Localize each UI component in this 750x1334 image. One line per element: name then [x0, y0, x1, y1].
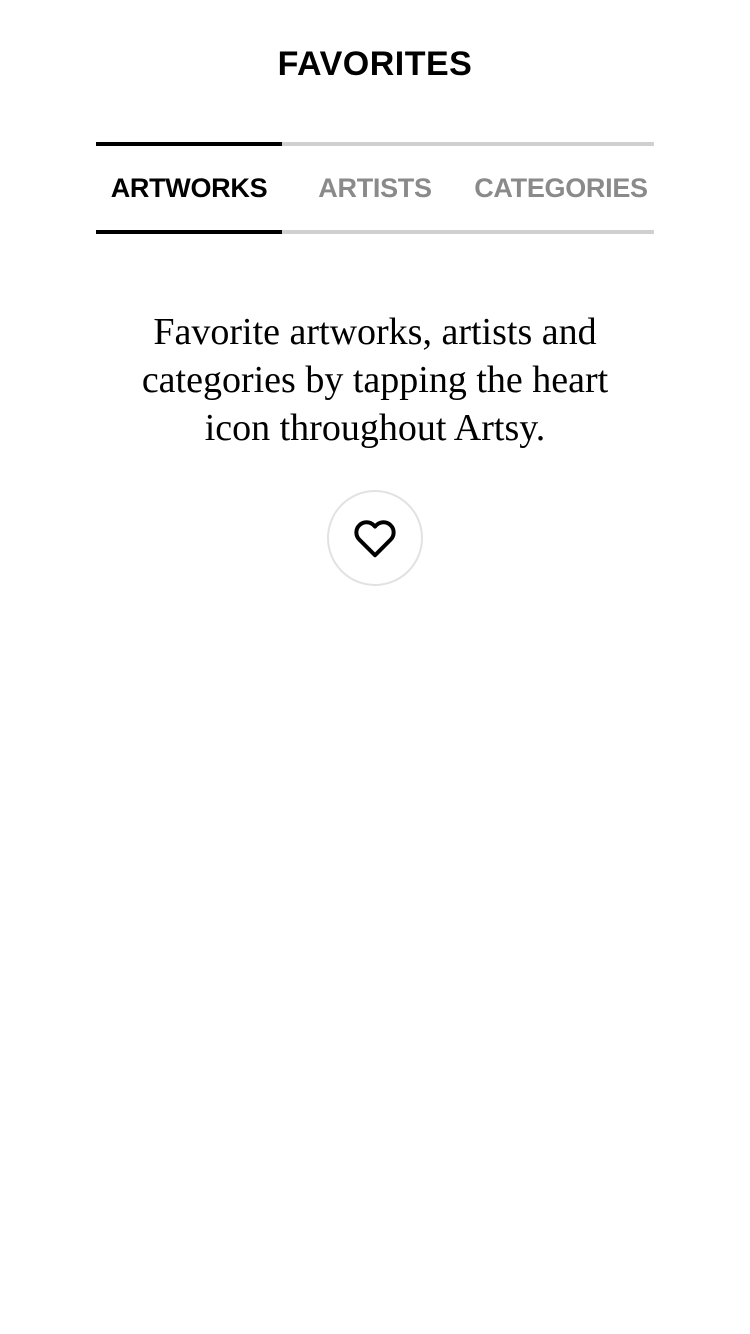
heart-icon [353, 518, 397, 558]
tab-artists[interactable]: ARTISTS [282, 142, 468, 234]
heart-button[interactable] [327, 490, 423, 586]
tab-categories[interactable]: CATEGORIES [468, 142, 654, 234]
tab-artworks[interactable]: ARTWORKS [96, 142, 282, 234]
empty-state-message: Favorite artworks, artists and categorie… [141, 311, 609, 449]
favorites-tab-bar: ARTWORKS ARTISTS CATEGORIES [96, 142, 654, 234]
page-title: FAVORITES [277, 45, 473, 83]
